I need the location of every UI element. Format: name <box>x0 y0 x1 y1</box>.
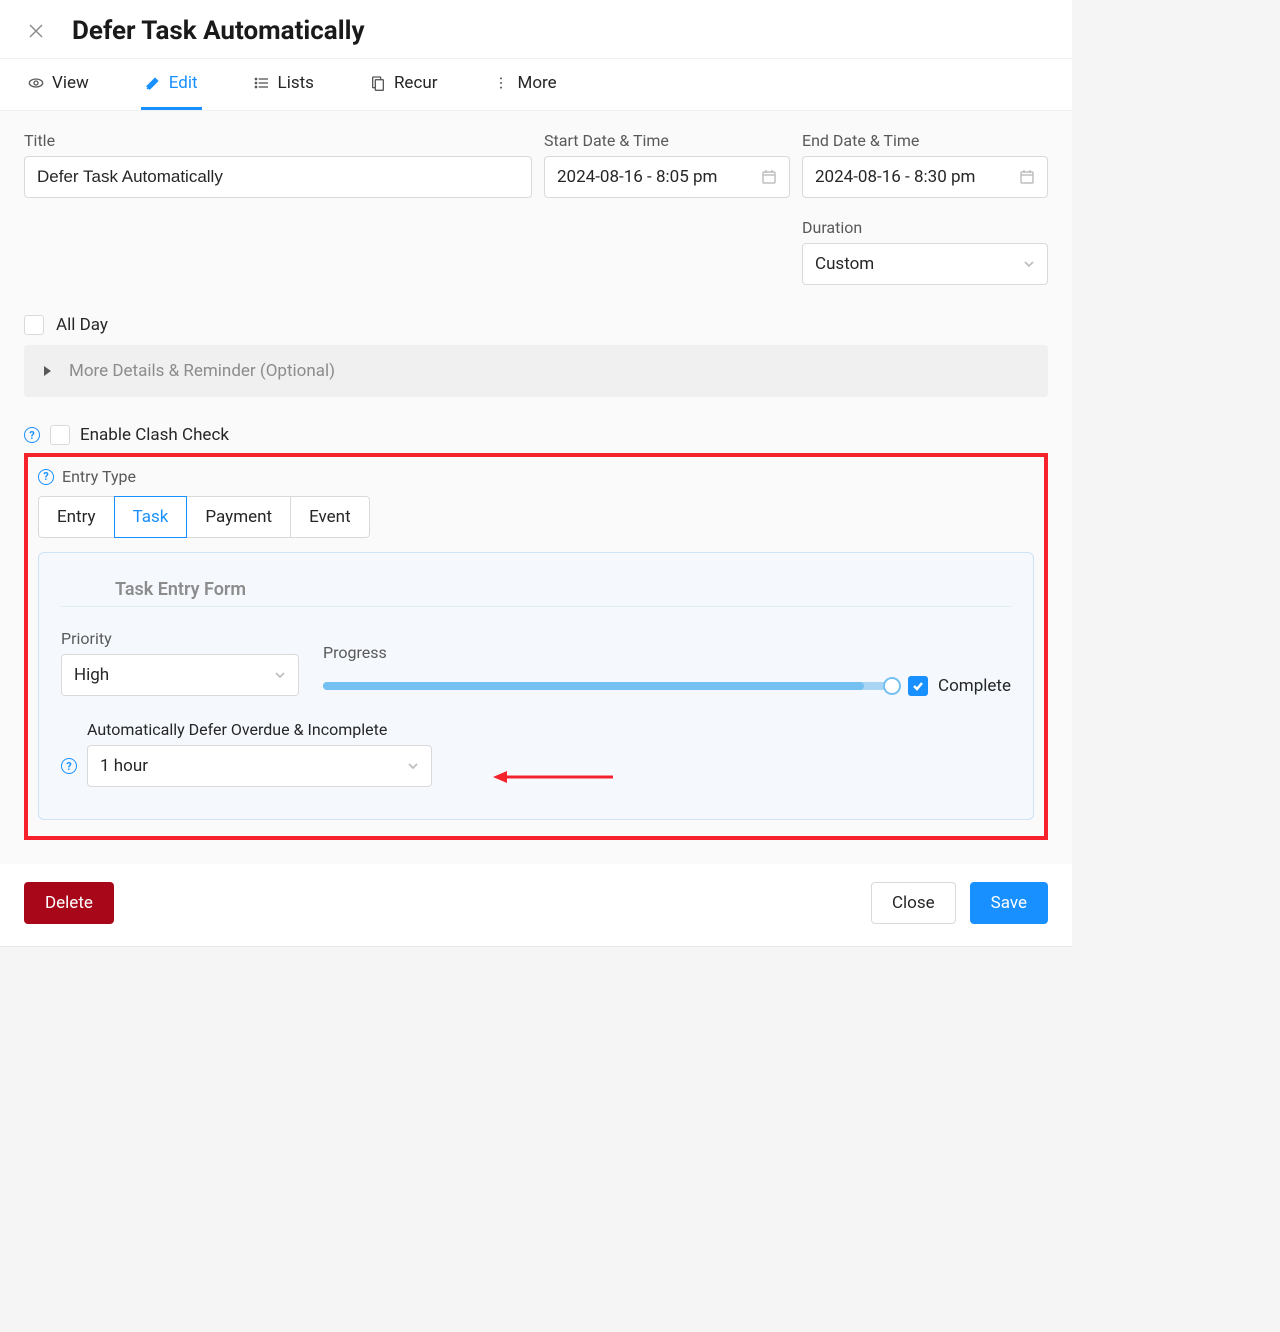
help-icon[interactable]: ? <box>38 469 54 485</box>
clash-check-checkbox[interactable] <box>50 425 70 445</box>
entry-type-segmented: Entry Task Payment Event <box>38 496 1034 538</box>
title-input[interactable] <box>24 156 532 198</box>
tab-view-label: View <box>52 73 89 93</box>
duration-select[interactable]: Custom <box>802 243 1048 285</box>
tab-more[interactable]: More <box>489 59 560 110</box>
task-form-legend: Task Entry Form <box>61 579 1011 607</box>
close-button[interactable]: Close <box>871 882 956 924</box>
start-date-value: 2024-08-16 - 8:05 pm <box>557 167 717 187</box>
more-details-label: More Details & Reminder (Optional) <box>69 361 335 381</box>
annotation-arrow <box>493 767 613 791</box>
entry-type-payment[interactable]: Payment <box>186 496 291 538</box>
defer-select[interactable]: 1 hour <box>87 745 432 787</box>
chevron-down-icon <box>407 760 419 772</box>
clash-check-label: Enable Clash Check <box>80 425 229 445</box>
entry-type-event[interactable]: Event <box>290 496 370 538</box>
highlight-region: ? Entry Type Entry Task Payment Event Ta… <box>24 453 1048 840</box>
end-date-value: 2024-08-16 - 8:30 pm <box>815 167 975 187</box>
tab-edit-label: Edit <box>169 73 198 93</box>
chevron-down-icon <box>274 669 286 681</box>
caret-right-icon <box>44 366 51 376</box>
priority-label: Priority <box>61 629 299 648</box>
entry-type-entry[interactable]: Entry <box>38 496 115 538</box>
tab-lists[interactable]: Lists <box>250 59 318 110</box>
start-date-label: Start Date & Time <box>544 131 790 150</box>
title-label: Title <box>24 131 532 150</box>
close-icon[interactable] <box>24 19 48 43</box>
entry-type-task[interactable]: Task <box>114 496 188 538</box>
chevron-down-icon <box>1023 258 1035 270</box>
calendar-icon <box>1019 169 1035 185</box>
all-day-checkbox[interactable] <box>24 315 44 335</box>
tab-edit[interactable]: Edit <box>141 59 202 110</box>
progress-label: Progress <box>323 643 1011 662</box>
defer-label: Automatically Defer Overdue & Incomplete <box>61 720 432 739</box>
end-date-label: End Date & Time <box>802 131 1048 150</box>
help-icon[interactable]: ? <box>61 758 77 774</box>
slider-thumb[interactable] <box>883 677 901 695</box>
page-title: Defer Task Automatically <box>72 16 365 46</box>
defer-value: 1 hour <box>100 756 148 776</box>
duration-label: Duration <box>802 218 1048 237</box>
tab-view[interactable]: View <box>24 59 93 110</box>
entry-type-label: Entry Type <box>62 467 136 486</box>
tab-recur-label: Recur <box>394 73 438 93</box>
tab-more-label: More <box>517 73 556 93</box>
save-button[interactable]: Save <box>970 882 1048 924</box>
tab-recur[interactable]: Recur <box>366 59 442 110</box>
tab-bar: View Edit Lists Recur More <box>0 59 1072 111</box>
start-date-input[interactable]: 2024-08-16 - 8:05 pm <box>544 156 790 198</box>
help-icon[interactable]: ? <box>24 427 40 443</box>
calendar-icon <box>761 169 777 185</box>
more-details-toggle[interactable]: More Details & Reminder (Optional) <box>24 345 1048 397</box>
priority-select[interactable]: High <box>61 654 299 696</box>
all-day-label: All Day <box>56 315 108 335</box>
complete-checkbox[interactable] <box>908 676 928 696</box>
end-date-input[interactable]: 2024-08-16 - 8:30 pm <box>802 156 1048 198</box>
complete-label: Complete <box>938 676 1011 696</box>
priority-value: High <box>74 665 109 685</box>
delete-button[interactable]: Delete <box>24 882 114 924</box>
tab-lists-label: Lists <box>278 73 314 93</box>
progress-slider[interactable] <box>323 682 892 690</box>
duration-value: Custom <box>815 254 874 274</box>
task-entry-form: Task Entry Form Priority High Progress <box>38 552 1034 820</box>
